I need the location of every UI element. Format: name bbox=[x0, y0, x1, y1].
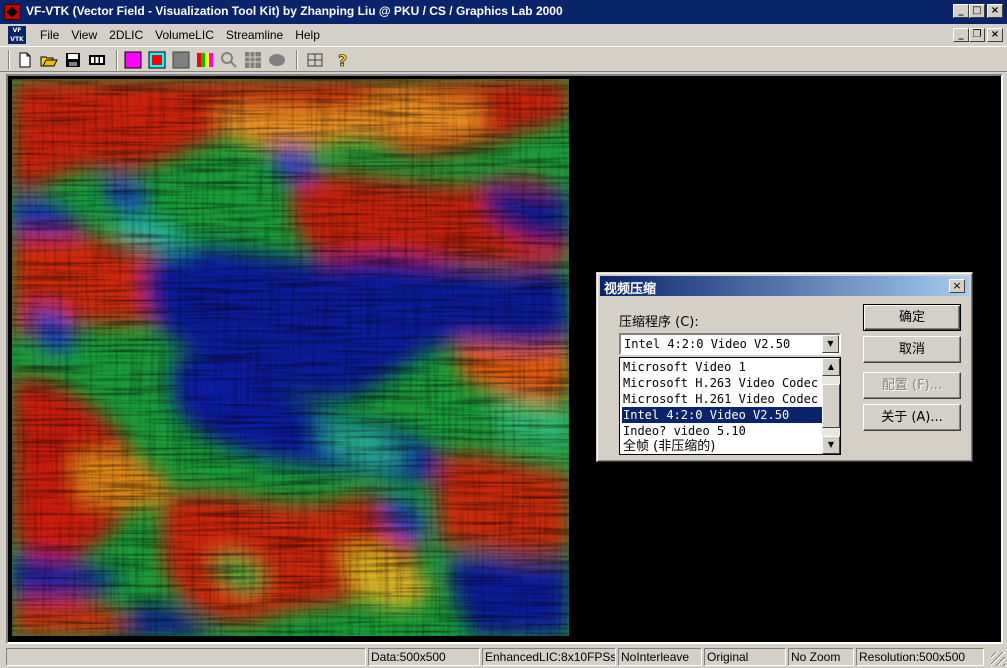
zoom-icon[interactable] bbox=[220, 51, 238, 69]
mdi-caption-buttons: _ ❐ × bbox=[953, 28, 1003, 42]
cancel-button[interactable]: 取消 bbox=[863, 336, 961, 363]
menu-help[interactable]: Help bbox=[289, 27, 326, 43]
scroll-thumb[interactable] bbox=[822, 384, 840, 428]
mdi-minimize-button[interactable]: _ bbox=[953, 28, 969, 42]
compressor-dropdown-list[interactable]: Microsoft Video 1 Microsoft H.263 Video … bbox=[619, 357, 841, 455]
document-icon[interactable]: VF VTK bbox=[8, 26, 26, 44]
help-icon[interactable]: ? bbox=[334, 51, 352, 69]
status-resolution: Resolution:500x500 bbox=[856, 648, 984, 666]
about-button[interactable]: 关于 (A)... bbox=[863, 404, 961, 431]
list-item[interactable]: Microsoft Video 1 bbox=[622, 359, 822, 375]
window-title: VF-VTK (Vector Field - Visualization Too… bbox=[26, 4, 563, 18]
grid-icon[interactable] bbox=[244, 51, 262, 69]
caption-buttons: _ □ × bbox=[953, 4, 1003, 18]
maximize-button[interactable]: □ bbox=[969, 4, 985, 18]
list-item[interactable]: Indeo? video 5.10 bbox=[622, 423, 822, 439]
vf-vtk-icon[interactable] bbox=[4, 4, 20, 20]
close-button[interactable]: × bbox=[987, 4, 1003, 18]
title-bar[interactable]: VF-VTK (Vector Field - Visualization Too… bbox=[0, 0, 1007, 24]
status-message bbox=[6, 648, 366, 666]
list-item[interactable]: 全帧 (非压缩的) bbox=[622, 439, 822, 454]
chevron-down-icon: ▼ bbox=[827, 440, 835, 449]
configure-button[interactable]: 配置 (F)... bbox=[863, 372, 961, 399]
video-compression-dialog: 视频压缩 × 压缩程序 (C): Intel 4:2:0 Video V2.50… bbox=[596, 272, 973, 462]
compressor-combobox[interactable]: Intel 4:2:0 Video V2.50 ▼ bbox=[619, 333, 841, 355]
menu-2dlic[interactable]: 2DLIC bbox=[103, 27, 149, 43]
save-icon[interactable] bbox=[64, 51, 82, 69]
status-data-size: Data:500x500 bbox=[368, 648, 480, 666]
compressor-selected-value: Intel 4:2:0 Video V2.50 bbox=[624, 337, 791, 351]
gray-square-icon[interactable] bbox=[172, 51, 190, 69]
svg-text:?: ? bbox=[338, 51, 347, 69]
film-icon[interactable] bbox=[88, 51, 106, 69]
status-view: Original bbox=[704, 648, 786, 666]
resize-grip[interactable] bbox=[991, 652, 1005, 666]
mdi-close-button[interactable]: × bbox=[987, 28, 1003, 42]
lic-visualization-image bbox=[12, 79, 569, 636]
list-scrollbar[interactable]: ▲ ▼ bbox=[822, 358, 840, 454]
toolbar: ? bbox=[0, 46, 1007, 72]
toolbar-separator bbox=[296, 50, 298, 70]
status-bar: Data:500x500 EnhancedLIC:8x10FPSs NoInte… bbox=[0, 646, 1007, 668]
menu-volumelic[interactable]: VolumeLIC bbox=[149, 27, 220, 43]
list-item-selected[interactable]: Intel 4:2:0 Video V2.50 bbox=[622, 407, 822, 423]
blob-icon[interactable] bbox=[268, 51, 286, 69]
mdi-restore-button[interactable]: ❐ bbox=[969, 28, 985, 42]
toolbar-separator bbox=[116, 50, 118, 70]
status-lic-mode: EnhancedLIC:8x10FPSs bbox=[482, 648, 616, 666]
color-bars-icon[interactable] bbox=[196, 51, 214, 69]
document-icon-label: VF VTK bbox=[10, 27, 24, 43]
compressor-label: 压缩程序 (C): bbox=[619, 315, 699, 330]
menu-streamline[interactable]: Streamline bbox=[220, 27, 289, 43]
list-item[interactable]: Microsoft H.261 Video Codec bbox=[622, 391, 822, 407]
layout-icon[interactable] bbox=[306, 51, 324, 69]
menu-bar: VF VTK File View 2DLIC VolumeLIC Streaml… bbox=[0, 24, 1007, 46]
combo-dropdown-button[interactable]: ▼ bbox=[822, 335, 839, 353]
dialog-title: 视频压缩 bbox=[604, 282, 657, 297]
menu-file[interactable]: File bbox=[34, 27, 65, 43]
toolbar-grip bbox=[8, 50, 10, 70]
open-icon[interactable] bbox=[40, 51, 58, 69]
chevron-down-icon: ▼ bbox=[827, 339, 834, 348]
scroll-up-button[interactable]: ▲ bbox=[822, 358, 840, 376]
list-item[interactable]: Microsoft H.263 Video Codec bbox=[622, 375, 822, 391]
red-cyan-square-icon[interactable] bbox=[148, 51, 166, 69]
status-interleave: NoInterleave bbox=[618, 648, 702, 666]
scroll-down-button[interactable]: ▼ bbox=[822, 436, 840, 454]
ok-button[interactable]: 确定 bbox=[863, 304, 961, 331]
chevron-up-icon: ▲ bbox=[827, 362, 835, 371]
dialog-close-button[interactable]: × bbox=[949, 279, 965, 293]
minimize-button[interactable]: _ bbox=[953, 4, 969, 18]
magenta-square-icon[interactable] bbox=[124, 51, 142, 69]
dialog-title-bar[interactable]: 视频压缩 × bbox=[600, 276, 969, 297]
menu-view[interactable]: View bbox=[65, 27, 103, 43]
new-icon[interactable] bbox=[16, 51, 34, 69]
app-window: VF-VTK (Vector Field - Visualization Too… bbox=[0, 0, 1007, 668]
status-zoom: No Zoom bbox=[788, 648, 854, 666]
